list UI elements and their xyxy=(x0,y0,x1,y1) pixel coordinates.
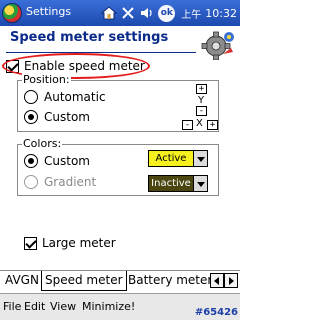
home-icon[interactable] xyxy=(100,5,118,21)
large-meter-checkbox[interactable]: Large meter xyxy=(24,234,116,252)
status-icons: ok 上午 10:32 xyxy=(98,4,240,22)
radio-custom-label: Custom xyxy=(44,110,90,124)
title-bar: Settings ok 上午 10:32 xyxy=(0,0,240,26)
y-plus-button[interactable]: + xyxy=(196,84,207,94)
start-menu-icon[interactable] xyxy=(2,3,22,23)
large-meter-checkbox-box[interactable] xyxy=(24,236,37,250)
clock-ampm: 上午 xyxy=(181,9,202,21)
x-minus-button[interactable]: - xyxy=(182,120,193,130)
y-axis-label: Y xyxy=(198,95,205,106)
menu-minimize[interactable]: Minimize! xyxy=(82,300,135,313)
tab-battery-meter[interactable]: Battery meter xyxy=(125,271,215,291)
menu-view[interactable]: View xyxy=(50,300,76,313)
radio-colors-custom-label: Custom xyxy=(44,154,90,168)
active-color-dropdown-button[interactable] xyxy=(193,150,208,167)
position-legend: Position: xyxy=(22,73,71,86)
volume-icon[interactable] xyxy=(139,5,155,21)
connectivity-icon[interactable] xyxy=(120,5,136,21)
ok-button[interactable]: ok xyxy=(158,4,176,22)
radio-automatic[interactable] xyxy=(24,90,38,104)
inactive-color-swatch[interactable]: Inactive xyxy=(148,175,194,192)
active-color-swatch[interactable]: Active xyxy=(148,150,194,167)
x-plus-button[interactable]: + xyxy=(207,120,218,130)
tab-scroll-arrows xyxy=(210,273,238,288)
page-title: Speed meter settings xyxy=(10,30,169,45)
menu-bar: File Edit View Minimize! #65426 xyxy=(0,293,240,320)
inactive-color-dropdown-button[interactable] xyxy=(193,175,208,192)
y-minus-button[interactable]: - xyxy=(196,106,207,116)
settings-gear-icon xyxy=(201,30,235,61)
colors-legend: Colors: xyxy=(22,137,63,150)
radio-colors-custom[interactable] xyxy=(24,154,38,168)
x-axis-label: X xyxy=(196,118,203,129)
menu-file[interactable]: File xyxy=(3,300,21,313)
tab-speed-meter[interactable]: Speed meter xyxy=(41,271,127,291)
position-automatic-radio[interactable]: Automatic xyxy=(24,90,106,104)
radio-custom[interactable] xyxy=(24,110,38,124)
menu-edit[interactable]: Edit xyxy=(24,300,45,313)
position-custom-radio[interactable]: Custom xyxy=(24,110,90,124)
tab-avgn[interactable]: AVGN xyxy=(2,271,42,291)
window-title: Settings xyxy=(26,5,72,18)
radio-automatic-label: Automatic xyxy=(44,90,106,104)
radio-gradient[interactable] xyxy=(24,175,38,189)
clock-time[interactable]: 10:32 xyxy=(205,7,237,20)
tab-scroll-right-icon[interactable] xyxy=(224,273,238,288)
colors-gradient-radio[interactable]: Gradient xyxy=(24,175,96,189)
tab-scroll-left-icon[interactable] xyxy=(210,273,224,288)
colors-custom-radio[interactable]: Custom xyxy=(24,154,90,168)
watermark: #65426 xyxy=(194,307,238,318)
large-meter-label: Large meter xyxy=(42,236,116,250)
radio-gradient-label: Gradient xyxy=(44,175,97,189)
